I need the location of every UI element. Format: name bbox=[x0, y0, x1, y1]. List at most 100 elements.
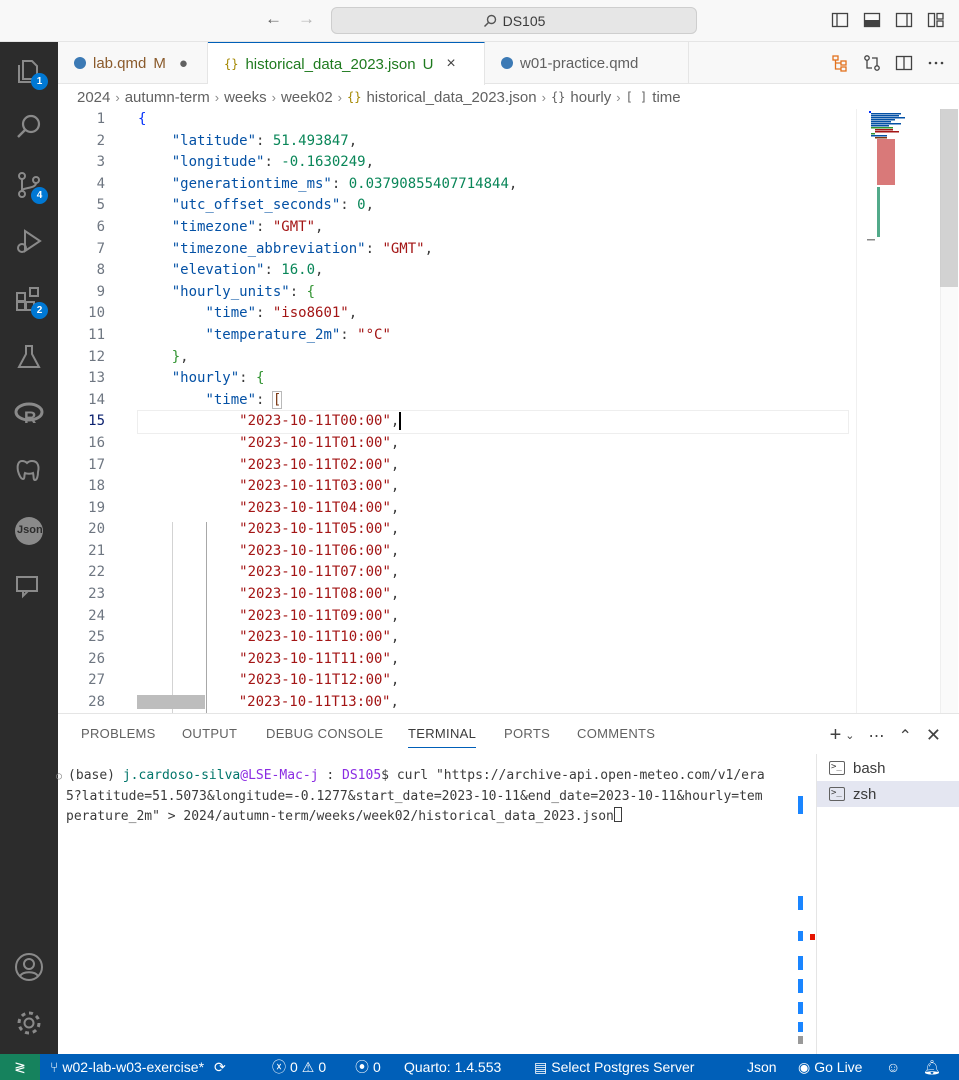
line-number: 11 bbox=[88, 326, 105, 343]
tab-ports[interactable]: PORTS bbox=[504, 726, 550, 741]
code-editor[interactable]: 1 2 3 4 5 6 7 8 9 10 11 12 13 14 15 16 17 18 19 20 21 22 23 24 2… bbox=[58, 109, 959, 713]
tab-lab-qmd[interactable]: lab.qmd M ● bbox=[58, 42, 208, 84]
breadcrumb-item[interactable]: 2024 bbox=[77, 89, 110, 106]
command-center-label: DS105 bbox=[502, 12, 546, 29]
breadcrumb-item[interactable]: autumn-term bbox=[125, 89, 210, 106]
object-symbol-icon: {} bbox=[550, 90, 566, 104]
quarto-file-icon bbox=[74, 57, 86, 69]
code-line: "2023-10-11T01:00", bbox=[239, 434, 400, 451]
testing-button[interactable] bbox=[14, 342, 44, 372]
line-number: 20 bbox=[88, 521, 105, 538]
back-arrow-icon[interactable]: ← bbox=[265, 9, 282, 29]
chevron-down-icon[interactable]: ⌄ bbox=[845, 729, 854, 742]
json-extension-button[interactable]: Json bbox=[14, 516, 44, 546]
line-number: 10 bbox=[88, 305, 105, 322]
forward-arrow-icon[interactable]: → bbox=[298, 9, 315, 29]
breadcrumb-item[interactable]: hourly bbox=[570, 89, 611, 106]
sync-icon[interactable]: ⟳ bbox=[214, 1059, 226, 1076]
split-editor-icon[interactable] bbox=[895, 54, 913, 72]
more-actions-icon[interactable] bbox=[927, 54, 945, 72]
title-bar: ← → DS105 bbox=[0, 0, 959, 42]
toggle-panel-icon[interactable] bbox=[863, 11, 881, 29]
breadcrumb-item[interactable]: week02 bbox=[281, 89, 333, 106]
breadcrumb-item[interactable]: weeks bbox=[224, 89, 267, 106]
line-number: 21 bbox=[88, 542, 105, 559]
tab-modified-status: M bbox=[153, 54, 166, 72]
terminal-item-zsh[interactable]: >_ zsh bbox=[817, 781, 959, 807]
problems-status[interactable]: ⓧ 0 ⚠ 0 bbox=[272, 1054, 326, 1080]
toggle-primary-sidebar-icon[interactable] bbox=[831, 11, 849, 29]
code-line: "hourly": { bbox=[171, 370, 265, 387]
line-number: 2 bbox=[96, 132, 105, 149]
postgres-status[interactable]: ▤ Select Postgres Server bbox=[534, 1054, 694, 1080]
status-bar: ≷ ⑂ w02-lab-w03-exercise* ⟳ ⓧ 0 ⚠ 0 ⦿ 0 … bbox=[0, 1054, 959, 1080]
array-symbol-icon: [ ] bbox=[625, 90, 648, 104]
broadcast-icon: ◉ bbox=[798, 1058, 811, 1075]
code-line: "latitude": 51.493847, bbox=[171, 132, 358, 149]
command-center-search[interactable]: DS105 bbox=[331, 7, 697, 34]
tab-terminal[interactable]: TERMINAL bbox=[408, 726, 477, 748]
outline-tree-icon[interactable] bbox=[831, 54, 849, 72]
code-line: "time": [ bbox=[205, 390, 283, 409]
code-line: "2023-10-11T13:00", bbox=[137, 692, 848, 713]
open-changes-icon[interactable] bbox=[863, 54, 881, 72]
toggle-secondary-sidebar-icon[interactable] bbox=[895, 11, 913, 29]
extensions-badge: 2 bbox=[31, 302, 48, 319]
maximize-panel-icon[interactable]: ⌃ bbox=[899, 726, 912, 746]
new-terminal-icon[interactable]: + bbox=[830, 724, 842, 747]
more-actions-icon[interactable]: ⋯ bbox=[869, 726, 885, 746]
tab-debug-console[interactable]: DEBUG CONSOLE bbox=[266, 726, 383, 741]
close-icon[interactable]: ✕ bbox=[926, 725, 941, 746]
line-number: 5 bbox=[96, 197, 105, 214]
source-control-button[interactable]: 4 bbox=[14, 170, 48, 204]
postgres-label: Select Postgres Server bbox=[551, 1059, 695, 1075]
r-extension-button[interactable]: R bbox=[14, 399, 44, 429]
notifications-bell-icon[interactable]: 🔔︎ bbox=[923, 1054, 941, 1080]
minimap[interactable] bbox=[856, 109, 940, 713]
search-button[interactable] bbox=[14, 112, 44, 142]
extensions-button[interactable]: 2 bbox=[14, 285, 48, 319]
ports-status[interactable]: ⦿ 0 bbox=[355, 1054, 381, 1080]
line-number: 8 bbox=[96, 262, 105, 279]
breadcrumb-item[interactable]: time bbox=[652, 89, 680, 106]
go-live-button[interactable]: ◉ Go Live bbox=[798, 1054, 862, 1080]
line-number: 13 bbox=[88, 370, 105, 387]
tab-problems[interactable]: PROBLEMS bbox=[81, 726, 156, 741]
broadcast-icon: ⦿ bbox=[355, 1059, 369, 1075]
code-line: "temperature_2m": "°C" bbox=[205, 326, 391, 343]
flask-icon bbox=[17, 345, 41, 368]
explorer-button[interactable]: 1 bbox=[14, 56, 48, 90]
editor-scroll-thumb[interactable] bbox=[940, 109, 958, 287]
remote-indicator-icon[interactable]: ≷ bbox=[0, 1054, 40, 1080]
line-number-gutter: 1 2 3 4 5 6 7 8 9 10 11 12 13 14 15 16 17 18 19 20 21 22 23 24 2… bbox=[58, 109, 118, 713]
tab-historical-data-json[interactable]: {} historical_data_2023.json U × bbox=[208, 42, 485, 85]
copilot-icon[interactable]: ☺ bbox=[886, 1054, 900, 1080]
code-line: "hourly_units": { bbox=[171, 283, 316, 300]
accounts-button[interactable] bbox=[14, 952, 44, 982]
quarto-version[interactable]: Quarto: 1.4.553 bbox=[404, 1054, 501, 1080]
manage-button[interactable] bbox=[14, 1008, 44, 1038]
terminal-item-bash[interactable]: >_ bash bbox=[817, 755, 959, 781]
unsaved-dot-icon[interactable]: ● bbox=[179, 55, 188, 72]
close-icon[interactable]: × bbox=[446, 55, 455, 73]
run-debug-button[interactable] bbox=[14, 226, 44, 256]
tab-output[interactable]: OUTPUT bbox=[182, 726, 237, 741]
terminal-output[interactable]: ○ (base) j.cardoso-silva@LSE-Mac-j : DS1… bbox=[56, 766, 796, 827]
terminal-env: (base) bbox=[68, 768, 123, 783]
breadcrumb-item[interactable]: historical_data_2023.json bbox=[366, 89, 536, 106]
scm-badge: 4 bbox=[31, 187, 48, 204]
quarto-file-icon bbox=[501, 57, 513, 69]
comments-button[interactable] bbox=[14, 572, 44, 602]
chevron-right-icon: › bbox=[541, 89, 546, 105]
activity-bar: 1 4 2 R Json bbox=[0, 42, 58, 1054]
search-icon bbox=[483, 14, 496, 27]
code-line: "2023-10-11T09:00", bbox=[239, 607, 400, 624]
language-mode[interactable]: Json bbox=[747, 1054, 777, 1080]
customize-layout-icon[interactable] bbox=[927, 11, 945, 29]
terminal-command: curl "https://archive-api.open-meteo.com… bbox=[396, 768, 765, 783]
line-number: 12 bbox=[88, 348, 105, 365]
tab-comments[interactable]: COMMENTS bbox=[577, 726, 655, 741]
postgres-button[interactable] bbox=[14, 456, 44, 486]
branch-status[interactable]: ⑂ w02-lab-w03-exercise* ⟳ bbox=[50, 1054, 226, 1080]
tab-w01-practice-qmd[interactable]: w01-practice.qmd bbox=[485, 42, 689, 84]
